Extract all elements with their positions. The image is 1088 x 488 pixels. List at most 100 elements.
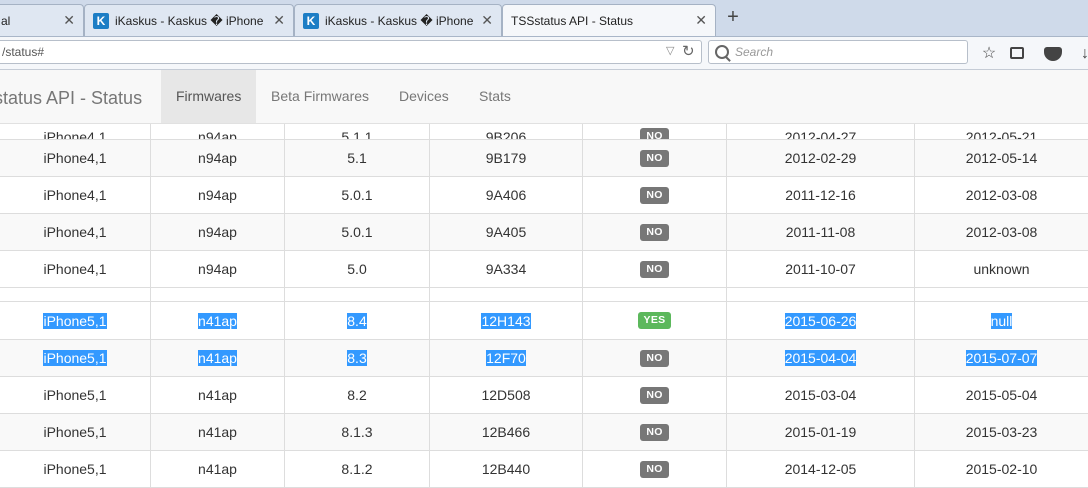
release-date-text: 2011-12-16	[785, 187, 856, 203]
pocket-icon[interactable]	[1044, 47, 1062, 61]
version-cell: 8.1.2	[285, 451, 430, 487]
version-cell: 8.4	[285, 302, 430, 339]
new-tab-button[interactable]: +	[722, 6, 744, 30]
release-date-text: 2015-04-04	[784, 350, 857, 366]
table-row: iPhone5,1 n41ap 8.4 12H143 YES 2015-06-26 null	[0, 302, 1088, 340]
chevron-down-icon[interactable]: ▽	[666, 44, 674, 57]
device-text: iPhone4,1	[43, 150, 107, 166]
release-date-cell: 2015-04-04	[727, 340, 915, 376]
device-cell: iPhone4,1	[0, 177, 151, 213]
release-date-cell: 2011-11-08	[727, 214, 915, 250]
nav-firmwares[interactable]: Firmwares	[161, 70, 257, 123]
build-text: 9A405	[485, 224, 527, 240]
signed-cell: NO	[583, 340, 727, 376]
nav-devices[interactable]: Devices	[384, 70, 464, 123]
nav-stats[interactable]: Stats	[464, 70, 526, 123]
url-text[interactable]: /status#	[2, 45, 44, 59]
browser-tab-3[interactable]: K iKaskus - Kaskus � iPhone ... ✕	[294, 4, 502, 36]
end-date-cell	[915, 288, 1088, 301]
build-text: 12B466	[481, 424, 531, 440]
device-text: iPhone5,1	[43, 387, 107, 403]
close-icon[interactable]: ✕	[273, 12, 285, 29]
version-text: 8.4	[347, 312, 367, 329]
table-row: iPhone4,1 n94ap 5.0.1 9A406 NO 2011-12-16 2012…	[0, 177, 1088, 214]
end-date-cell: 2012-05-21	[915, 124, 1088, 139]
signed-status-badge: YES	[637, 312, 672, 329]
tab-title: TSSstatus API - Status	[511, 13, 634, 28]
browser-tab-1[interactable]: al ✕	[0, 4, 84, 36]
version-text: 5.0	[347, 261, 367, 277]
version-cell: 5.0.1	[285, 214, 430, 250]
build-cell: 12B440	[430, 451, 583, 487]
browser-tab-active[interactable]: TSSstatus API - Status ✕	[502, 4, 716, 36]
release-date-cell: 2015-06-26	[727, 302, 915, 339]
close-icon[interactable]: ✕	[481, 12, 493, 29]
device-text: iPhone5,1	[43, 461, 107, 477]
signed-status-badge: NO	[640, 349, 669, 367]
device-cell: iPhone5,1	[0, 340, 151, 376]
model-text: n94ap	[198, 129, 237, 139]
model-cell: n94ap	[151, 140, 285, 176]
model-cell: n94ap	[151, 124, 285, 139]
tab-title: iKaskus - Kaskus � iPhone ...	[115, 13, 268, 28]
signed-status-badge: NO	[640, 223, 669, 241]
release-date-text: 2015-06-26	[784, 312, 857, 329]
build-text: 9B179	[485, 150, 527, 166]
version-cell: 5.1.1	[285, 124, 430, 139]
brand-title[interactable]: status API - Status	[0, 88, 142, 109]
search-placeholder: Search	[735, 45, 774, 59]
model-cell: n94ap	[151, 214, 285, 250]
device-cell	[0, 288, 151, 301]
version-text: 5.1.1	[341, 129, 373, 139]
model-cell: n41ap	[151, 377, 285, 413]
end-date-cell: 2015-05-04	[915, 377, 1088, 413]
device-cell: iPhone5,1	[0, 451, 151, 487]
reload-icon[interactable]: ↻	[682, 42, 695, 60]
end-date-cell: 2015-02-10	[915, 451, 1088, 487]
device-text: iPhone4,1	[43, 129, 107, 139]
model-cell: n41ap	[151, 302, 285, 339]
browser-tab-2[interactable]: K iKaskus - Kaskus � iPhone ... ✕	[84, 4, 294, 36]
search-bar[interactable]: Search	[708, 40, 968, 64]
device-text: iPhone4,1	[43, 224, 107, 240]
release-date-cell	[727, 288, 915, 301]
release-date-text: 2012-02-29	[784, 150, 857, 166]
signed-cell: NO	[583, 177, 727, 213]
table-spacer-row	[0, 288, 1088, 302]
device-text: iPhone5,1	[43, 350, 107, 366]
url-bar[interactable]: /status# ▽ ↻	[0, 40, 702, 64]
release-date-cell: 2012-02-29	[727, 140, 915, 176]
release-date-text: 2012-04-27	[784, 129, 857, 139]
signed-cell: NO	[583, 414, 727, 450]
kaskus-favicon-icon: K	[303, 12, 319, 29]
bookmark-star-icon[interactable]: ☆	[980, 45, 998, 63]
nav-beta-firmwares[interactable]: Beta Firmwares	[256, 70, 384, 123]
version-text: 5.0.1	[341, 224, 373, 240]
end-date-text: 2012-05-14	[965, 150, 1038, 166]
end-date-text: 2012-05-21	[965, 129, 1038, 139]
model-text: n94ap	[198, 261, 237, 277]
end-date-text: 2012-03-08	[965, 224, 1038, 240]
release-date-cell: 2014-12-05	[727, 451, 915, 487]
search-icon	[715, 45, 729, 59]
reading-list-icon[interactable]	[1010, 47, 1024, 59]
version-cell: 8.1.3	[285, 414, 430, 450]
build-text: 9A406	[485, 187, 527, 203]
download-icon[interactable]: ↓	[1076, 45, 1088, 63]
close-icon[interactable]: ✕	[63, 12, 75, 29]
end-date-text: 2015-03-23	[965, 424, 1038, 440]
build-cell: 9B179	[430, 140, 583, 176]
device-text: iPhone4,1	[43, 187, 107, 203]
signed-status-badge: NO	[640, 460, 669, 478]
end-date-cell: null	[915, 302, 1088, 339]
table-row: iPhone5,1 n41ap 8.1.2 12B440 NO 2014-12-05 201…	[0, 451, 1088, 488]
table-row: iPhone4,1 n94ap 5.1 9B179 NO 2012-02-29 2012-0…	[0, 140, 1088, 177]
build-cell: 12H143	[430, 302, 583, 339]
signed-status-badge: NO	[640, 149, 669, 167]
device-cell: iPhone4,1	[0, 251, 151, 287]
close-icon[interactable]: ✕	[695, 12, 707, 29]
version-text: 8.1.3	[341, 424, 373, 440]
version-cell: 5.1	[285, 140, 430, 176]
release-date-text: 2014-12-05	[784, 461, 857, 477]
version-cell: 8.2	[285, 377, 430, 413]
